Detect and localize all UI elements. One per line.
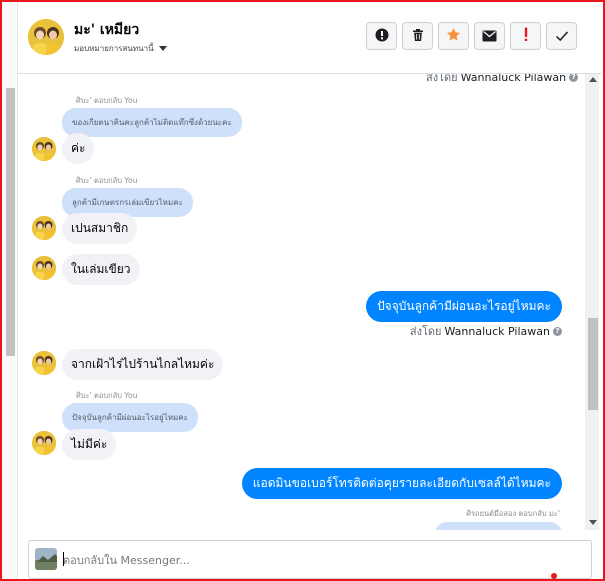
- contact-avatar[interactable]: [32, 256, 56, 280]
- contact-avatar[interactable]: [32, 431, 56, 455]
- contact-avatar[interactable]: [28, 19, 64, 55]
- reply-label: ศิบะ' ตอบกลับ You: [76, 391, 138, 400]
- incoming-message[interactable]: ไม่มีค่ะ: [62, 429, 117, 460]
- reply-label: ศิรถยนต์มือสอง ตอบกลับ มะ': [466, 509, 560, 518]
- reply-input[interactable]: [63, 549, 563, 571]
- contact-avatar[interactable]: [32, 137, 56, 161]
- sender-name[interactable]: Wannaluck Pilawan: [461, 74, 567, 84]
- contact-name[interactable]: มะ' เหมียว: [74, 19, 139, 41]
- mark-done-button[interactable]: [546, 22, 577, 50]
- conversation-header: มะ' เหมียว มอบหมายการสนทนานี้: [18, 2, 602, 74]
- star-icon: [446, 27, 461, 46]
- contact-avatar[interactable]: [32, 216, 56, 240]
- mark-unread-button[interactable]: [474, 22, 505, 50]
- notification-dot: [551, 573, 557, 579]
- delete-button[interactable]: [402, 22, 433, 50]
- trash-icon: [411, 27, 425, 46]
- incoming-message[interactable]: ค่ะ: [62, 133, 95, 164]
- text-caret: [63, 552, 64, 566]
- outgoing-message[interactable]: ปัจจุบันลูกค้ามีผ่อนอะไรอยู่ไหมคะ: [366, 291, 562, 322]
- incoming-message[interactable]: เปนสมาชิก: [62, 213, 138, 244]
- sender-name[interactable]: Wannaluck Pilawan: [445, 325, 551, 338]
- reply-label: ศิบะ' ตอบกลับ You: [76, 96, 138, 105]
- scroll-down-arrow-icon[interactable]: [589, 520, 597, 525]
- quoted-message[interactable]: ของเกียตนาคินคะลูกค้าไม่ติดแท๊กซึ่งด้วยน…: [62, 108, 242, 137]
- incoming-message[interactable]: ในเล่มเขียว: [62, 254, 140, 285]
- quoted-message-partial[interactable]: [435, 522, 562, 530]
- thread-scroll-thumb[interactable]: [588, 318, 598, 410]
- thread-scroll-track[interactable]: [585, 74, 599, 530]
- sent-by-prefix: ส่งโดย: [426, 74, 458, 84]
- incoming-message[interactable]: จากเฝ้าไร่ไปร้านไกลไหมค่ะ: [62, 349, 224, 380]
- reply-composer: [28, 540, 592, 579]
- page-avatar: [35, 548, 57, 570]
- assign-label: มอบหมายการสนทนานี้: [74, 44, 154, 53]
- exclamation-circle-icon: [375, 27, 389, 46]
- message-thread: ส่งโดย Wannaluck Pilawan ? ศิบะ' ตอบกลับ…: [18, 74, 585, 530]
- sent-by-prefix: ส่งโดย: [409, 325, 442, 338]
- info-icon[interactable]: ?: [553, 326, 562, 336]
- check-icon: [555, 27, 569, 46]
- left-panel-scroll-thumb[interactable]: [6, 88, 15, 356]
- envelope-icon: [482, 27, 497, 46]
- info-icon[interactable]: ?: [569, 74, 579, 82]
- quoted-message[interactable]: ปัจจุบันลูกค้ามีผ่อนอะไรอยู่ไหมคะ: [62, 403, 198, 432]
- outgoing-message[interactable]: แอดมินขอเบอร์โทรติดต่อคุยรายละเอียดกับเซ…: [241, 468, 562, 499]
- mark-spam-button[interactable]: [366, 22, 397, 50]
- scroll-up-arrow-icon[interactable]: [589, 77, 597, 82]
- contact-avatar[interactable]: [32, 351, 56, 375]
- star-button[interactable]: [438, 22, 469, 50]
- assign-conversation-dropdown[interactable]: มอบหมายการสนทนานี้: [74, 42, 167, 55]
- exclamation-icon: [523, 27, 529, 46]
- follow-up-button[interactable]: [510, 22, 541, 50]
- sent-by-line: ส่งโดย Wannaluck Pilawan ?: [410, 322, 562, 340]
- caret-down-icon: [158, 46, 167, 51]
- sent-by-line: ส่งโดย Wannaluck Pilawan ?: [426, 74, 579, 86]
- reply-label: ศิบะ' ตอบกลับ You: [76, 176, 138, 185]
